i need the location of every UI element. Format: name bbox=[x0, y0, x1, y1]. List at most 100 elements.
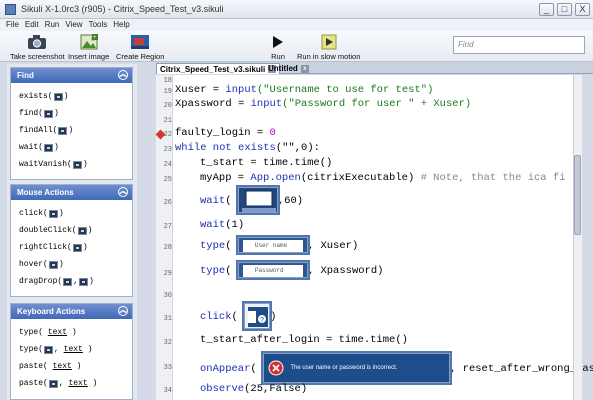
minimize-button[interactable]: _ bbox=[539, 3, 554, 16]
menu-view[interactable]: View bbox=[65, 19, 82, 31]
cmd-doubleclick[interactable]: doubleClick() bbox=[19, 222, 132, 239]
take-screenshot-button[interactable]: Take screenshot bbox=[10, 33, 65, 61]
line-number: 31 bbox=[163, 315, 172, 323]
line-number: 28 bbox=[163, 244, 172, 252]
mouse-actions-header[interactable]: Mouse Actions ︽ bbox=[11, 185, 132, 200]
code-line-27: wait(1) bbox=[200, 219, 245, 231]
maximize-button[interactable]: □ bbox=[557, 3, 572, 16]
cmd-click[interactable]: click() bbox=[19, 205, 132, 222]
username-field-pattern[interactable]: User name bbox=[237, 237, 308, 253]
sikuli-app-icon bbox=[5, 4, 16, 15]
play-icon bbox=[271, 33, 285, 50]
line-number: 22 bbox=[163, 131, 172, 139]
search-input[interactable]: Find bbox=[453, 36, 585, 54]
cmd-findall[interactable]: findAll() bbox=[19, 122, 132, 139]
line-number: 33 bbox=[163, 364, 172, 372]
region-icon bbox=[130, 33, 150, 50]
line-number: 29 bbox=[163, 270, 172, 278]
code-line-20: Xpassword = input("Password for user " +… bbox=[175, 98, 472, 110]
pattern-thumbnail-icon bbox=[44, 345, 54, 354]
login-button-pattern[interactable]: ? bbox=[244, 303, 271, 329]
code-line-33: onAppear( The user name or password is i… bbox=[200, 353, 593, 383]
pattern-thumbnail-icon bbox=[48, 379, 58, 388]
keyboard-actions-header[interactable]: Keyboard Actions ︽ bbox=[11, 304, 132, 319]
pattern-thumbnail-icon bbox=[79, 277, 89, 286]
close-tab-icon[interactable]: x bbox=[300, 64, 309, 73]
line-number: 27 bbox=[163, 223, 172, 231]
run-slow-motion-button[interactable]: Run in slow motion bbox=[297, 33, 360, 61]
line-number: 30 bbox=[163, 292, 172, 300]
line-number: 23 bbox=[163, 146, 172, 154]
find-section: Find ︽ exists() find() findAll() wait() … bbox=[10, 67, 133, 180]
collapse-icon[interactable]: ︽ bbox=[118, 306, 128, 316]
line-number: 24 bbox=[163, 161, 172, 169]
command-palette: Find ︽ exists() find() findAll() wait() … bbox=[7, 64, 137, 400]
code-line-24: t_start = time.time() bbox=[200, 157, 333, 169]
collapse-icon[interactable]: ︽ bbox=[118, 187, 128, 197]
cmd-dragdrop[interactable]: dragDrop(,) bbox=[19, 273, 132, 290]
code-line-32: t_start_after_login = time.time() bbox=[200, 334, 408, 346]
cmd-waitvanish[interactable]: waitVanish() bbox=[19, 156, 132, 173]
cmd-paste[interactable]: paste( text ) bbox=[19, 358, 132, 375]
scrollbar-thumb[interactable] bbox=[574, 155, 581, 235]
pattern-thumbnail-icon bbox=[77, 226, 87, 235]
wrong-password-error-pattern[interactable]: The user name or password is incorrect. bbox=[263, 353, 451, 383]
title-bar: Sikuli X-1.0rc3 (r905) - Citrix_Speed_Te… bbox=[0, 0, 593, 19]
line-number: 21 bbox=[163, 117, 172, 125]
image-icon: + bbox=[80, 33, 98, 50]
collapse-icon[interactable]: ︽ bbox=[118, 70, 128, 80]
editor-tab-bar: Citrix_Speed_Test_v3.sikuli x Untitled x bbox=[156, 62, 593, 74]
tab-untitled[interactable]: Untitled x bbox=[265, 63, 312, 74]
cmd-type[interactable]: type( text ) bbox=[19, 324, 132, 341]
pattern-thumbnail-icon bbox=[48, 260, 58, 269]
cmd-type-pattern[interactable]: type(, text ) bbox=[19, 341, 132, 358]
code-line-31: click( ? ) bbox=[200, 303, 276, 329]
cmd-find[interactable]: find() bbox=[19, 105, 132, 122]
citrix-window-pattern[interactable] bbox=[237, 187, 278, 213]
find-section-header[interactable]: Find ︽ bbox=[11, 68, 132, 83]
menu-run[interactable]: Run bbox=[45, 19, 60, 31]
run-button[interactable]: Run bbox=[271, 33, 285, 61]
pattern-thumbnail-icon bbox=[53, 92, 63, 101]
password-field-pattern[interactable]: Password bbox=[237, 262, 308, 278]
code-line-34: observe(25,False) bbox=[200, 383, 308, 395]
error-icon bbox=[268, 360, 284, 376]
cmd-hover[interactable]: hover() bbox=[19, 256, 132, 273]
cmd-rightclick[interactable]: rightClick() bbox=[19, 239, 132, 256]
svg-text:+: + bbox=[93, 35, 97, 41]
camera-icon bbox=[27, 33, 47, 50]
toolbar: Take screenshot + Insert image Create Re… bbox=[0, 31, 593, 62]
keyboard-actions-section: Keyboard Actions ︽ type( text ) type(, t… bbox=[10, 303, 133, 400]
code-line-23: while not exists("",0): bbox=[175, 142, 320, 154]
line-number: 26 bbox=[163, 199, 172, 207]
create-region-button[interactable]: Create Region bbox=[116, 33, 164, 61]
window-controls: _ □ X bbox=[539, 3, 590, 16]
pattern-thumbnail-icon bbox=[44, 109, 54, 118]
line-number: 32 bbox=[163, 339, 172, 347]
menu-help[interactable]: Help bbox=[113, 19, 129, 31]
menu-tools[interactable]: Tools bbox=[89, 19, 108, 31]
pattern-thumbnail-icon bbox=[44, 143, 54, 152]
window-title: Sikuli X-1.0rc3 (r905) - Citrix_Speed_Te… bbox=[21, 4, 224, 14]
code-line-29: type( Password , Xpassword) bbox=[200, 262, 383, 278]
vertical-scrollbar[interactable] bbox=[573, 75, 582, 400]
pattern-thumbnail-icon bbox=[72, 160, 82, 169]
pattern-thumbnail-icon bbox=[63, 277, 73, 286]
insert-image-button[interactable]: + Insert image bbox=[68, 33, 109, 61]
menu-edit[interactable]: Edit bbox=[25, 19, 39, 31]
pattern-thumbnail-icon bbox=[72, 243, 82, 252]
line-number: 20 bbox=[163, 102, 172, 110]
code-line-22: faulty_login = 0 bbox=[175, 127, 276, 139]
code-line-25: myApp = App.open(citrixExecutable) # Not… bbox=[200, 172, 566, 184]
menu-file[interactable]: File bbox=[6, 19, 19, 31]
tab-citrix-speed-test[interactable]: Citrix_Speed_Test_v3.sikuli x bbox=[156, 63, 281, 74]
line-number: 19 bbox=[163, 88, 172, 96]
code-line-26: wait( ,60) bbox=[200, 187, 303, 213]
close-button[interactable]: X bbox=[575, 3, 590, 16]
cmd-paste-pattern[interactable]: paste(, text ) bbox=[19, 375, 132, 392]
code-line-19: Xuser = input("Username to use for test"… bbox=[175, 84, 434, 96]
slow-play-icon bbox=[321, 33, 337, 50]
cmd-wait[interactable]: wait() bbox=[19, 139, 132, 156]
line-number: 18 bbox=[163, 77, 172, 85]
cmd-exists[interactable]: exists() bbox=[19, 88, 132, 105]
